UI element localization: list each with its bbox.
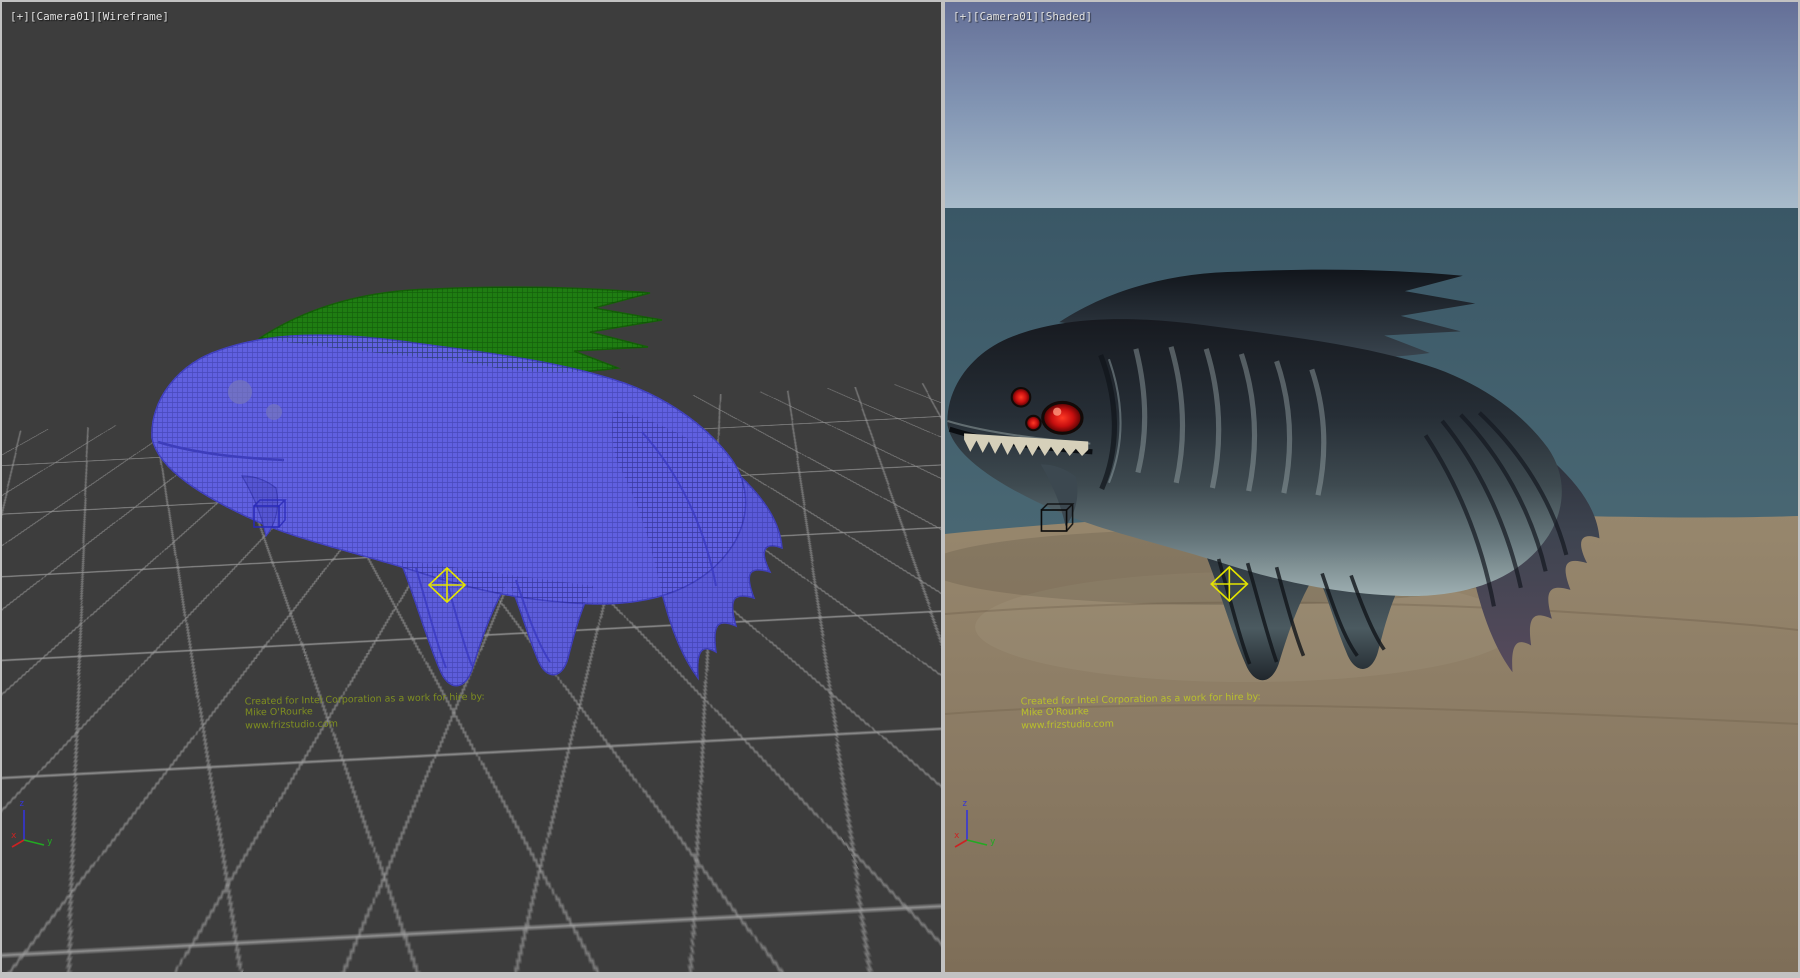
axis-z-label: z xyxy=(962,799,967,809)
application-stage: [+][Camera01][Wireframe] Created for Int… xyxy=(0,0,1800,978)
viewport-menu-pov[interactable]: [Camera01] xyxy=(30,10,96,23)
fish-eye-spot xyxy=(228,380,252,404)
viewport-label: [+][Camera01][Shaded] xyxy=(953,10,1092,23)
viewport-shaded[interactable]: [+][Camera01][Shaded] Created for Intel … xyxy=(945,2,1798,972)
axis-z-label: z xyxy=(19,799,24,809)
viewport-wireframe[interactable]: [+][Camera01][Wireframe] Created for Int… xyxy=(2,2,941,972)
viewport-menu-general[interactable]: [+] xyxy=(953,10,973,23)
axis-y-label: y xyxy=(990,837,996,847)
viewport-menu-pov[interactable]: [Camera01] xyxy=(973,10,1039,23)
axis-x-label: x xyxy=(11,831,17,841)
world-axis-tripod: z x y xyxy=(10,794,60,849)
axis-y-label: y xyxy=(47,837,53,847)
scene-watermark: Created for Intel Corporation as a work … xyxy=(1021,692,1262,732)
fish-eye-spot xyxy=(266,404,282,420)
shaded-scene[interactable] xyxy=(945,2,1798,972)
scene-watermark: Created for Intel Corporation as a work … xyxy=(245,692,486,732)
wireframe-scene[interactable] xyxy=(2,2,941,972)
fish-model-wireframe[interactable] xyxy=(152,287,782,686)
viewport-menu-shading[interactable]: [Shaded] xyxy=(1039,10,1092,23)
world-axis-tripod: z x y xyxy=(953,794,1003,849)
viewport-menu-general[interactable]: [+] xyxy=(10,10,30,23)
viewport-menu-shading[interactable]: [Wireframe] xyxy=(96,10,169,23)
axis-x-label: x xyxy=(954,831,960,841)
viewport-label: [+][Camera01][Wireframe] xyxy=(10,10,169,23)
